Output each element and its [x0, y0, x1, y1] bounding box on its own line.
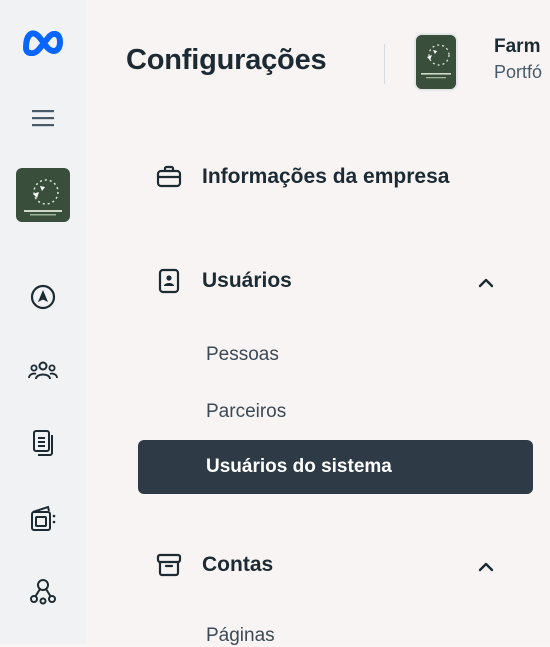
nav-users[interactable]: Usuários: [156, 268, 292, 294]
nav-partners[interactable]: Parceiros: [206, 401, 286, 423]
integrations-icon[interactable]: [0, 574, 86, 608]
business-portfolio-label: Portfó: [494, 62, 543, 82]
document-stack-icon[interactable]: [0, 426, 86, 460]
people-group-icon[interactable]: [0, 356, 86, 386]
user-badge-icon: [156, 268, 182, 294]
nav-business-info[interactable]: Informações da empresa: [156, 164, 449, 190]
nav-users-label: Usuários: [202, 269, 292, 292]
briefcase-icon: [156, 164, 182, 190]
nav-system-users-label: Usuários do sistema: [206, 456, 392, 477]
left-rail: [0, 0, 86, 644]
business-thumbnail[interactable]: [414, 33, 458, 91]
menu-icon[interactable]: [0, 100, 86, 136]
page-title: Configurações: [126, 44, 327, 76]
storefront-icon[interactable]: [0, 502, 86, 536]
chevron-up-icon[interactable]: [474, 271, 498, 295]
nav-accounts-label: Contas: [202, 553, 274, 576]
archive-box-icon: [156, 552, 182, 578]
header-divider: [384, 44, 385, 84]
nav-people[interactable]: Pessoas: [206, 344, 279, 366]
nav-business-info-label: Informações da empresa: [202, 165, 450, 188]
chevron-up-icon[interactable]: [474, 555, 498, 579]
meta-logo-icon[interactable]: [0, 18, 86, 64]
nav-system-users[interactable]: Usuários do sistema: [138, 440, 533, 494]
business-name[interactable]: Farm: [494, 36, 540, 58]
navigation-icon[interactable]: [0, 282, 86, 312]
business-avatar[interactable]: [0, 168, 86, 222]
nav-accounts[interactable]: Contas: [156, 552, 273, 578]
settings-panel: Configurações Farm Portfó Informações da…: [86, 0, 550, 646]
